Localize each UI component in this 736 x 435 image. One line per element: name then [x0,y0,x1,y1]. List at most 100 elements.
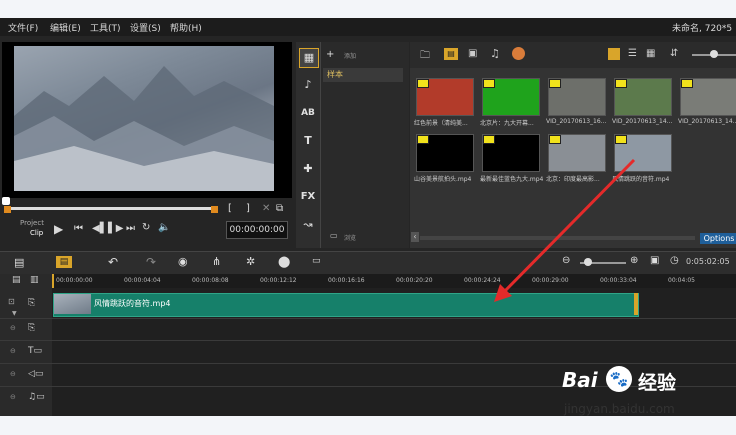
timeline-toolbar: ▤ ▤ ↶ ↷ ◉ ⋔ ✲ ⬤ ▭ ⊖ ⊕ ▣ ◷ 0:05:02:05 [0,251,736,274]
clip-mode-label[interactable]: Clip [30,229,43,237]
list-view-icon[interactable] [608,48,620,60]
scroll-left-icon[interactable]: ‹ [411,232,419,242]
next-frame-icon[interactable]: ▌▶ [108,223,123,234]
thumbnail-label: 山谷美景航拍头.mp4 [414,176,472,183]
ruler-tick-label: 00:00:00:00 [56,277,93,284]
clip-trim-handle[interactable] [634,293,638,315]
video-type-icon [483,135,495,144]
play-icon[interactable]: ▶ [54,222,63,236]
sort-icon[interactable]: ⇵ [670,48,678,59]
top-strip [0,0,736,18]
browse-label[interactable]: 浏览 [344,233,356,242]
baidu-watermark: Bai 🐾 经验 jingyan.baidu.com [562,366,722,420]
audio-filter-icon[interactable]: ♫ [490,47,500,60]
chapter-icon[interactable]: ▥ [30,275,39,285]
transition-icon[interactable]: AB [299,104,317,122]
clip-name: 风情跳跃的音符.mp4 [94,299,171,308]
record-icon[interactable]: ◉ [178,255,188,268]
track-visibility-icon[interactable]: ⊖ [10,370,16,378]
image-filter-icon[interactable]: ▣ [468,48,477,59]
track-visibility-icon[interactable]: ⊖ [10,347,16,355]
thumbnail-label: VID_20170613_16... [546,118,607,125]
folder-icon[interactable]: 🗀 [420,48,430,65]
thumbnail-label: 风情跳跃的音符.mp4 [612,176,670,183]
zoom-out-icon[interactable]: ⊖ [562,255,570,266]
expand-icon[interactable]: ▼ [12,310,17,317]
ruler-tick-label: 00:00:12:12 [260,277,297,284]
track-manager-icon[interactable]: ▤ [12,275,21,285]
track-visibility-icon[interactable]: ⊖ [10,393,16,401]
duration-icon[interactable]: ◷ [670,255,679,266]
fit-project-icon[interactable]: ▣ [650,255,659,266]
end-icon[interactable]: ⏭ [126,223,135,234]
detail-view-icon[interactable]: ☰ [628,48,637,59]
mark-in-icon[interactable]: [ [228,203,232,214]
menu-bar: 文件(F) 编辑(E) 工具(T) 设置(S) 帮助(H) 未命名, 720*5 [0,18,736,36]
music-track-icon: ♫▭ [28,392,45,402]
thumb-size-handle[interactable] [710,50,718,58]
lock-icon[interactable]: ⊡ [8,297,15,306]
zoom-handle[interactable] [584,258,592,266]
prev-frame-icon[interactable]: ◀▌ [92,223,107,234]
add-icon[interactable]: + [326,49,334,60]
timeline-duration: 0:05:02:05 [686,257,730,266]
timeline-view-icon[interactable]: ▤ [56,256,72,268]
auto-music-icon[interactable]: ✲ [246,255,255,268]
tool-sidebar: ▦ ♪ AB T ✚ FX ↝ [296,42,320,248]
folder-sample[interactable]: 样本 [323,68,403,82]
title-icon[interactable]: T [299,132,317,150]
watermark-brand-tail: 经验 [638,372,677,394]
menu-tools[interactable]: 工具(T) [90,21,121,34]
flash-filter-icon[interactable] [512,47,525,60]
mark-out-icon[interactable]: ] [246,203,250,214]
ruler-tick-label: 00:00:29:00 [532,277,569,284]
close-icon[interactable]: ✕ [262,203,270,214]
menu-file[interactable]: 文件(F) [8,21,38,34]
menu-settings[interactable]: 设置(S) [130,21,161,34]
track-divider [0,340,736,341]
menu-help[interactable]: 帮助(H) [170,21,202,34]
title-track-icon: T▭ [28,346,43,356]
redo-icon[interactable]: ↷ [146,255,156,269]
watermark-url: jingyan.baidu.com [564,402,675,416]
timecode-display[interactable]: 00:00:00:00 [226,221,288,239]
library-scrollbar[interactable] [420,236,695,240]
ruler-tick-label: 00:00:04:04 [124,277,161,284]
video-type-icon [417,79,429,88]
browse-icon[interactable]: ▭ [330,231,338,240]
instant-project-icon[interactable]: ♪ [299,76,317,94]
thumb-view-icon[interactable]: ▦ [646,48,655,59]
video-type-icon [681,79,693,88]
graphics-icon[interactable]: ✚ [299,160,317,178]
scrub-handle[interactable] [2,197,10,205]
path-icon[interactable]: ↝ [299,216,317,234]
video-filter-icon[interactable]: ▤ [444,48,458,60]
motion-tracking-icon[interactable]: ⬤ [278,255,290,268]
fx-icon[interactable]: FX [299,188,317,206]
volume-icon[interactable]: 🔈 [158,222,170,233]
thumbnail-label: 北京：印度最高影... [546,176,600,183]
project-mode-label[interactable]: Project [20,219,44,227]
media-icon[interactable]: ▦ [299,48,319,68]
thumbnail-label: VID_20170613_14... [612,118,673,125]
track-visibility-icon[interactable]: ⊖ [10,324,16,332]
project-title: 未命名, 720*5 [672,24,733,34]
zoom-in-icon[interactable]: ⊕ [630,255,638,266]
undo-icon[interactable]: ↶ [108,255,118,269]
audio-mixer-icon[interactable]: ⋔ [212,255,221,268]
mark-in-marker[interactable] [4,206,11,213]
scrub-bar[interactable] [6,207,216,210]
add-folder-label[interactable]: 添加 [344,51,356,60]
storyboard-view-icon[interactable]: ▤ [14,256,24,269]
mark-out-marker[interactable] [211,206,218,213]
subtitle-icon[interactable]: ▭ [312,256,321,266]
split-icon[interactable]: ⧉ [276,203,283,214]
timeline-ruler[interactable]: 00:00:00:00 00:00:04:04 00:00:08:08 00:00:1… [52,274,736,288]
menu-edit[interactable]: 编辑(E) [50,21,81,34]
video-type-icon [483,79,495,88]
home-icon[interactable]: ⏮ [74,223,83,234]
voice-track-icon: ◁▭ [28,369,44,379]
repeat-icon[interactable]: ↻ [142,222,150,233]
options-button[interactable]: Options [700,233,736,244]
ruler-tick-label: 00:00:16:16 [328,277,365,284]
